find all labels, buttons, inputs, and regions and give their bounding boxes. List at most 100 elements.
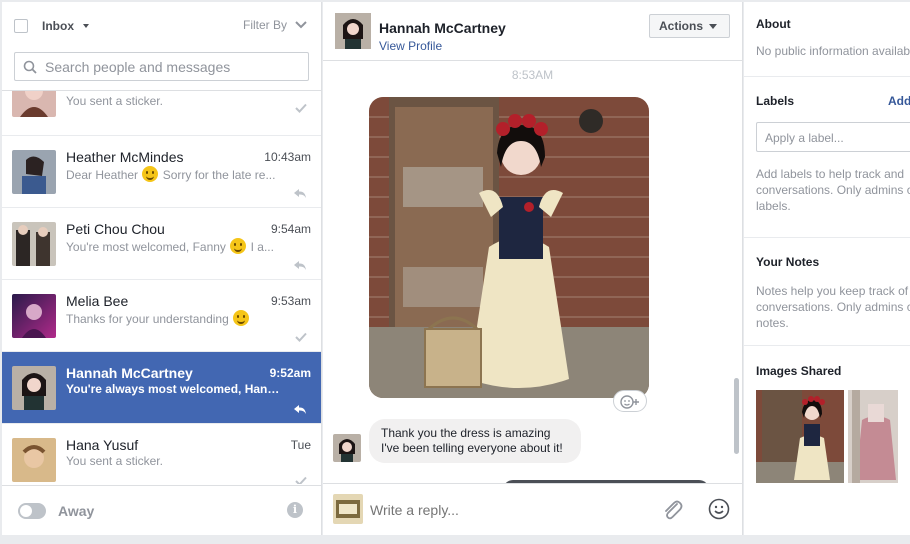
shared-image-thumb[interactable] [847,390,898,483]
conversation-panel: Hannah McCartney View Profile Actions 8:… [323,2,810,535]
page-avatar [333,494,363,524]
availability-bar: Away i [2,485,321,535]
away-label: Away [58,502,95,519]
filter-by-dropdown[interactable]: Filter By [243,18,307,32]
thread-preview: Thanks for your understanding [66,310,280,326]
reply-icon [294,261,306,270]
message-timestamp: 8:53AM [511,68,554,82]
composer [323,483,810,535]
scrollbar[interactable] [734,378,739,454]
thread-preview: You sent a sticker. [66,454,163,468]
contact-name[interactable]: Hannah McCartney [379,20,506,36]
thread-name: Heather McMindes [66,149,184,165]
avatar [12,91,56,117]
add-reaction-button[interactable] [613,390,647,412]
smile-emoji-icon [142,166,159,182]
labels-title: Labels [756,94,795,108]
view-profile-link[interactable]: View Profile [379,39,442,53]
message-area: 8:53AM Thank you the dress is amazing I'… [323,62,742,483]
thread-item-selected[interactable]: Hannah McCartney 9:52am You're always mo… [2,352,321,424]
chevron-down-icon [295,21,307,29]
about-text: No public information available [756,44,910,58]
emoji-plus-icon [620,395,639,409]
conversation-header: Hannah McCartney View Profile Actions [323,2,742,61]
select-all-checkbox[interactable] [14,19,28,33]
thread-name: Peti Chou Chou [66,221,165,237]
search-icon [23,60,37,74]
smile-emoji-icon [233,310,250,326]
check-icon [295,476,307,484]
check-icon [295,332,307,342]
thread-name: Hana Yusuf [66,437,139,453]
shared-photo[interactable] [369,97,649,398]
label-placeholder: Apply a label... [765,131,844,145]
filter-label: Filter By [242,18,287,32]
message-bubble: Thank you the dress is amazing I've been… [369,419,581,463]
details-panel: About No public information available La… [744,2,910,535]
notes-help-2: conversations. Only admins c [756,300,910,314]
notes-section: Your Notes Notes help you keep track of … [744,238,910,346]
avatar [12,438,56,482]
reply-icon [294,189,306,198]
message-line-2: I've been telling everyone about it! [381,441,563,455]
thread-item[interactable]: You sent a sticker. [2,91,321,136]
about-section: About No public information available [744,2,910,77]
thread-time: 9:53am [270,294,311,308]
away-toggle[interactable] [18,502,46,519]
labels-section: Labels Apply a label... Add labels to he… [744,77,910,238]
contact-avatar[interactable] [335,13,371,49]
thread-preview-text: You're most welcomed, Fanny [66,240,226,254]
caret-down-icon [709,23,717,29]
thread-time: 10:43am [264,150,311,164]
caret-down-icon [83,24,89,28]
attachment-icon[interactable] [660,498,684,522]
inbox-header: Inbox Filter By [2,2,321,50]
about-title: About [756,17,791,31]
thread-time: 9:54am [270,222,311,236]
thread-preview-rest: Sorry for the late re... [162,168,276,182]
thread-item[interactable]: Heather McMindes 10:43am Dear Heather So… [2,136,321,208]
inbox-label: Inbox [42,19,74,33]
search-input[interactable]: Search people and messages [14,52,309,81]
images-title: Images Shared [756,364,842,378]
thread-preview: You're most welcomed, Fanny I a... [66,238,280,254]
search-placeholder: Search people and messages [45,58,231,75]
smile-emoji-icon [230,238,247,254]
images-shared-section: Images Shared [744,346,910,483]
thread-name: Hannah McCartney [66,365,193,381]
emoji-icon[interactable] [708,498,730,520]
thread-preview: You're always most welcomed, Hann... [66,382,280,396]
thread-item[interactable]: Melia Bee 9:53am Thanks for your underst… [2,280,321,352]
thread-preview-text: Thanks for your understanding [66,312,229,326]
avatar [12,222,56,266]
actions-label: Actions [658,19,703,33]
thread-name: Melia Bee [66,293,129,309]
thread-item[interactable]: Peti Chou Chou 9:54am You're most welcom… [2,208,321,280]
thread-preview-rest: I a... [250,240,274,254]
labels-help-1: Add labels to help track and [756,167,905,181]
notes-help-3: notes. [756,316,789,330]
sender-avatar [333,434,361,462]
reply-icon [294,405,306,414]
inbox-dropdown[interactable]: Inbox [42,19,89,33]
check-icon [295,103,307,113]
labels-help-2: conversations. Only admins c [756,183,910,197]
notes-title: Your Notes [756,255,820,269]
avatar [12,150,56,194]
thread-list-panel: Inbox Filter By Search people and messag… [2,2,322,535]
info-icon[interactable]: i [287,502,303,518]
message-line-1: Thank you the dress is amazing [381,426,551,440]
add-label-link[interactable]: Add [888,94,910,108]
thread-preview: Dear Heather Sorry for the late re... [66,166,280,182]
avatar [12,366,56,410]
thread-time: Tue [290,438,311,452]
actions-button[interactable]: Actions [648,14,730,38]
shared-image-thumb[interactable] [756,390,844,483]
thread-item[interactable]: Hana Yusuf Tue You sent a sticker. [2,424,321,484]
notes-help-1: Notes help you keep track of [756,284,909,298]
labels-help-3: labels. [756,199,791,213]
apply-label-input[interactable]: Apply a label... [756,122,910,152]
images-grid [756,390,898,483]
avatar [12,294,56,338]
thread-preview-text: Dear Heather [66,168,139,182]
